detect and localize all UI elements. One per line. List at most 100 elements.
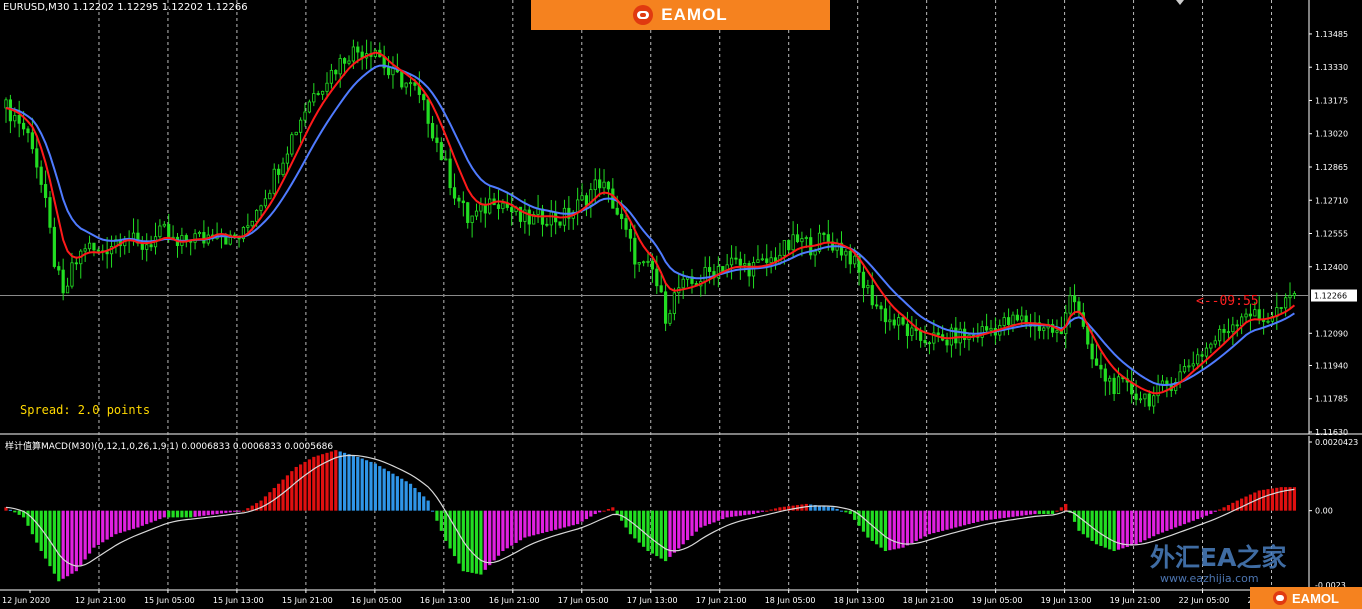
macd-histogram-bar	[892, 510, 896, 550]
macd-histogram-bar	[290, 471, 294, 511]
macd-histogram-bar	[562, 510, 567, 528]
candle-body	[1072, 295, 1077, 303]
macd-histogram-bar	[1200, 510, 1204, 518]
candle-body	[615, 207, 619, 215]
candle-body	[1292, 293, 1297, 297]
macd-histogram-bar	[153, 510, 158, 521]
macd-histogram-bar	[369, 461, 373, 511]
candle-body	[496, 204, 501, 209]
candle-body	[338, 58, 342, 75]
candle-body	[822, 232, 826, 235]
candle-body	[1226, 331, 1231, 334]
macd-histogram-bar	[1046, 510, 1050, 515]
candle-body	[782, 240, 786, 256]
macd-histogram-bar	[765, 510, 769, 512]
macd-histogram-bar	[1156, 510, 1160, 535]
candle-body	[637, 262, 641, 265]
macd-histogram-bar	[92, 510, 96, 548]
candle-body	[1002, 317, 1006, 326]
candle-body	[844, 250, 848, 256]
candle-body	[650, 260, 655, 270]
macd-histogram-bar	[342, 452, 347, 511]
trading-chart[interactable]: 12 Jun 2020 12 Jun 21:00 15 Jun 05:00 15 Ju…	[0, 0, 1362, 609]
macd-histogram-bar	[259, 500, 263, 511]
macd-histogram-bar	[971, 510, 976, 523]
macd-histogram-bar	[536, 510, 540, 535]
macd-histogram-bar	[1204, 510, 1209, 516]
candle-body	[1147, 393, 1151, 407]
macd-histogram-bar	[211, 510, 215, 515]
candle-body	[984, 326, 989, 331]
candle-body	[655, 268, 659, 287]
candle-body	[461, 200, 465, 204]
candle-body	[422, 94, 426, 101]
candle-body	[1182, 366, 1187, 373]
watermark-url: www.eazhijia.com	[1160, 572, 1259, 585]
macd-histogram-bar	[466, 510, 470, 573]
macd-histogram-bar	[219, 510, 224, 514]
macd-histogram-bar	[976, 510, 980, 522]
macd-histogram-bar	[1033, 510, 1037, 515]
symbol-info: EURUSD,M30 1.12202 1.12295 1.12202 1.122…	[3, 2, 248, 13]
candle-body	[263, 198, 268, 207]
candle-body	[277, 168, 281, 175]
time-tick-label: 16 Jun 05:00	[351, 596, 402, 605]
macd-histogram-bar	[321, 454, 325, 511]
macd-histogram-bar	[1138, 510, 1143, 543]
macd-histogram-bar	[202, 510, 206, 516]
macd-histogram-bar	[439, 510, 443, 531]
candle-body	[83, 248, 87, 252]
macd-histogram-bar	[567, 510, 571, 527]
candle-body	[457, 197, 461, 202]
macd-histogram-bar	[338, 451, 342, 511]
macd-histogram-bar	[294, 466, 298, 511]
macd-histogram-bar	[681, 510, 685, 545]
candle-body	[1235, 324, 1239, 327]
candle-body	[4, 99, 8, 109]
time-tick-label: 22 Jun 05:00	[1179, 596, 1230, 605]
brand-banner: EAMOL	[531, 0, 830, 30]
candle-body	[989, 327, 993, 331]
macd-histogram-bar	[857, 510, 861, 526]
macd-histogram-bar	[707, 510, 712, 525]
candle-body	[1279, 307, 1283, 309]
macd-histogram-bar	[747, 510, 751, 515]
macd-histogram-bar	[386, 471, 391, 511]
macd-histogram-bar	[527, 510, 531, 537]
macd-histogram-bar	[545, 510, 549, 532]
candle-body	[17, 115, 21, 124]
macd-histogram-bar	[158, 510, 162, 520]
candle-body	[26, 128, 30, 134]
candle-body	[92, 242, 96, 251]
candle-body	[470, 215, 474, 223]
macd-histogram-bar	[677, 510, 681, 549]
macd-histogram-bar	[1028, 510, 1033, 515]
macd-histogram-bar	[228, 510, 232, 513]
macd-histogram-bar	[984, 510, 989, 521]
macd-histogram-bar	[215, 510, 219, 515]
time-tick-label: 15 Jun 05:00	[144, 596, 195, 605]
macd-histogram-bar	[96, 510, 100, 545]
candle-body	[1152, 395, 1156, 407]
candle-body	[760, 258, 764, 261]
time-tick-label: 12 Jun 21:00	[75, 596, 126, 605]
candle-body	[43, 184, 48, 198]
macd-histogram-bar	[1292, 487, 1297, 511]
candle-body	[743, 263, 747, 266]
candle-body	[883, 308, 888, 323]
candle-body	[628, 228, 633, 239]
macd-histogram-bar	[778, 507, 782, 511]
candle-body	[259, 205, 263, 211]
candle-body	[448, 158, 452, 189]
macd-histogram-bar	[606, 508, 611, 511]
macd-histogram-bar	[1143, 510, 1147, 541]
macd-histogram-bar	[532, 510, 536, 536]
candle-body	[1231, 324, 1235, 333]
macd-histogram-bar	[1266, 489, 1270, 511]
candle-body	[501, 202, 505, 209]
candle-body	[1204, 347, 1209, 357]
macd-histogram-bar	[699, 510, 703, 528]
macd-histogram-bar	[408, 483, 413, 511]
candle-body	[756, 259, 760, 263]
time-tick-label: 17 Jun 21:00	[696, 596, 747, 605]
